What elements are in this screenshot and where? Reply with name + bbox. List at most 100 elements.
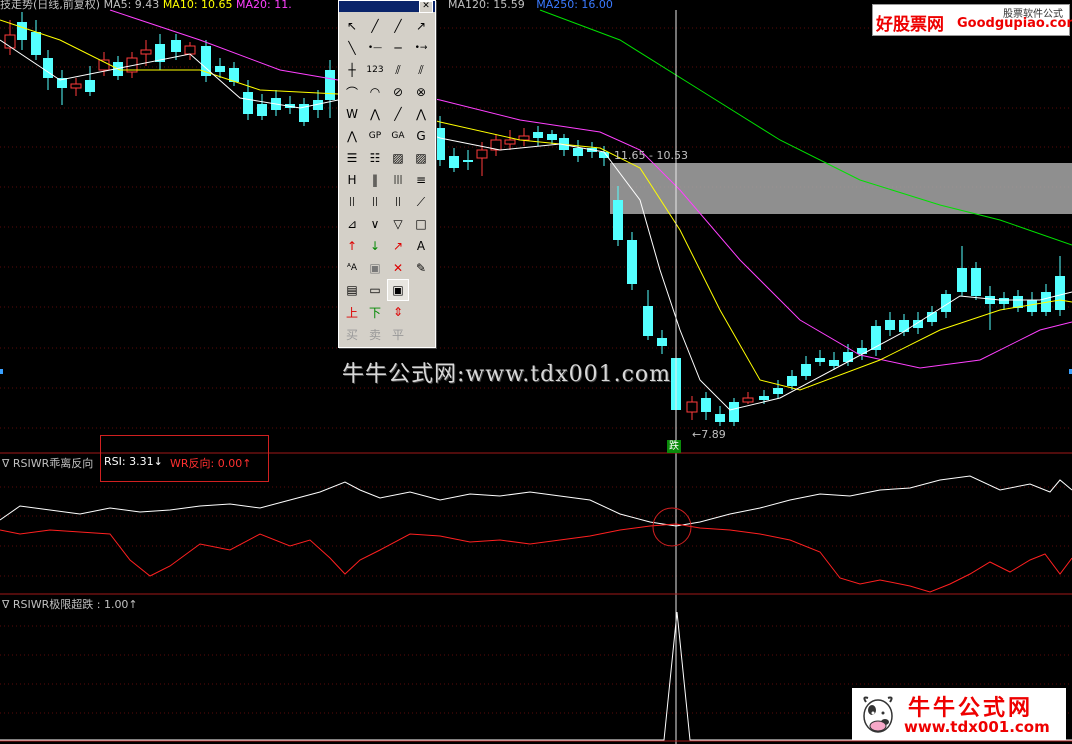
ma5-label: MA5: 9.43 [103, 0, 160, 10]
delete-icon[interactable]: ✕ [387, 257, 409, 279]
updown-icon[interactable]: ⇕ [387, 301, 409, 323]
cursor-icon[interactable]: ↖ [341, 15, 363, 37]
note-icon[interactable]: ▤ [341, 279, 363, 301]
candle-body [449, 156, 459, 168]
value-highlight-box [100, 435, 269, 482]
g-icon[interactable]: G [410, 125, 432, 147]
gann-fan-icon[interactable]: ▨ [410, 147, 432, 169]
panel2-title[interactable]: ∇ RSIWR极限超跌 : 1.00↑ [2, 596, 138, 612]
candle-body [657, 338, 667, 346]
circle-icon[interactable]: ⊘ [387, 81, 409, 103]
rsi-line [0, 475, 1072, 527]
blank3-icon[interactable] [410, 323, 432, 345]
candle-body [533, 132, 543, 138]
zigzag-icon[interactable]: ⋀ [364, 103, 386, 125]
ma120-label: MA120: 15.59 [448, 0, 525, 10]
up-label-icon[interactable]: 上 [341, 301, 363, 323]
candle-body [729, 402, 739, 422]
rect-icon[interactable]: □ [410, 213, 432, 235]
panel1-title[interactable]: ∇ RSIWR乖离反向 [2, 455, 93, 471]
buy-icon[interactable]: 买 [341, 323, 363, 345]
sell-icon[interactable]: 卖 [364, 323, 386, 345]
bars2-icon[interactable]: || [364, 191, 386, 213]
ma5-line [0, 39, 1072, 411]
candle-body [85, 80, 95, 92]
candle-body [184, 45, 196, 55]
close-icon[interactable]: ✕ [419, 1, 433, 13]
ga-icon[interactable]: GA [387, 125, 409, 147]
candle-body [243, 92, 253, 114]
triangle-icon[interactable]: ▽ [387, 213, 409, 235]
bars-icon[interactable]: || [341, 191, 363, 213]
down-arrow-icon[interactable]: ↓ [364, 235, 386, 257]
chart-stage[interactable]: 技走势(日线,前复权) MA5: 9.43 MA10: 10.65 MA20: … [0, 0, 1072, 744]
candle-body [435, 128, 445, 160]
main-header-right: MA120: 15.59 MA250: 16.00 [448, 0, 613, 10]
segment-icon[interactable]: ╲ [341, 37, 363, 59]
m-pattern-icon[interactable]: ⋀ [341, 125, 363, 147]
candle-body [504, 139, 516, 145]
fall-signal-badge: 跌 [667, 440, 681, 453]
blank2-icon[interactable] [410, 301, 432, 323]
h-ray-icon[interactable]: •→ [410, 37, 432, 59]
price-123-icon[interactable]: 123 [364, 59, 386, 81]
text-a-icon[interactable]: ᴬA [341, 257, 363, 279]
speed-line-icon[interactable]: ⟋ [410, 191, 432, 213]
candle-body [1027, 300, 1037, 312]
fib-icon[interactable]: ☰ [341, 147, 363, 169]
flat-icon[interactable]: 平 [387, 323, 409, 345]
box-icon[interactable]: ≡ [410, 169, 432, 191]
gann-icon[interactable]: ▨ [387, 147, 409, 169]
brush-icon[interactable]: ✎ [410, 257, 432, 279]
fib-time-icon[interactable]: ||| [387, 169, 409, 191]
line-icon[interactable]: ╱ [364, 15, 386, 37]
channel-icon[interactable]: ⫽ [410, 59, 432, 81]
blank-icon[interactable] [410, 279, 432, 301]
h-segment-icon[interactable]: •— [364, 37, 386, 59]
ellipse-icon[interactable]: ⊗ [410, 81, 432, 103]
candle-body [686, 401, 698, 413]
h-line-icon[interactable]: ─ [387, 37, 409, 59]
ruler-icon[interactable]: ▭ [364, 279, 386, 301]
candle-body [4, 34, 16, 49]
fib-retrace-icon[interactable]: ☷ [364, 147, 386, 169]
stock-title: 技走势(日线,前复权) [0, 0, 101, 10]
arrow-down-icon[interactable]: ∨ [364, 213, 386, 235]
candle-body [1055, 276, 1065, 310]
arc-line-icon[interactable]: ⌒ [341, 81, 363, 103]
bars3-icon[interactable]: || [387, 191, 409, 213]
candle-body [773, 388, 783, 394]
parallel-icon[interactable]: ⫽ [387, 59, 409, 81]
red-arrow-icon[interactable]: ↗ [387, 235, 409, 257]
text-icon[interactable]: A [410, 235, 432, 257]
trend-icon[interactable]: ╱ [387, 103, 409, 125]
candle-body [843, 352, 853, 362]
candle-body [815, 358, 825, 362]
up-arrow-icon[interactable]: ↑ [341, 235, 363, 257]
v-line-icon[interactable]: ┼ [341, 59, 363, 81]
candle-body [787, 376, 797, 386]
drawing-toolbox[interactable]: ✕ ↖ ╱ ╱ ↗ ╲ •— ─ •→ ┼ 123 ⫽ ⫽ ⌒ ◠ ⊘ ⊗ W ⋀ ╱ ⋀ ⋀ GP GA G ☰ ☷ ▨ ▨ H ‖ ||… [338, 0, 436, 348]
screen-icon[interactable]: ▣ [387, 279, 409, 301]
gp-icon[interactable]: GP [364, 125, 386, 147]
candle-body [518, 135, 530, 141]
fan-icon[interactable]: ⊿ [341, 213, 363, 235]
cycle-icon[interactable]: H [341, 169, 363, 191]
wave-icon[interactable]: W [341, 103, 363, 125]
arc-icon[interactable]: ◠ [364, 81, 386, 103]
edge-marker [0, 369, 3, 374]
toolbox-titlebar[interactable]: ✕ [339, 1, 435, 13]
down-label-icon[interactable]: 下 [364, 301, 386, 323]
logo-tag: 股票软件公式 [1003, 9, 1063, 20]
ray-icon[interactable]: ╱ [387, 15, 409, 37]
watermark: 牛牛公式网:www.tdx001.com [342, 362, 672, 387]
candle-body [985, 296, 995, 304]
candle-body [885, 320, 895, 330]
candle-body [140, 49, 152, 55]
arrow-line-icon[interactable]: ↗ [410, 15, 432, 37]
ma20-label: MA20: 11. [236, 0, 292, 10]
w-pattern-icon[interactable]: ⋀ [410, 103, 432, 125]
candle-body [857, 348, 867, 354]
time-cycle-icon[interactable]: ‖ [364, 169, 386, 191]
stamp-icon[interactable]: ▣ [364, 257, 386, 279]
